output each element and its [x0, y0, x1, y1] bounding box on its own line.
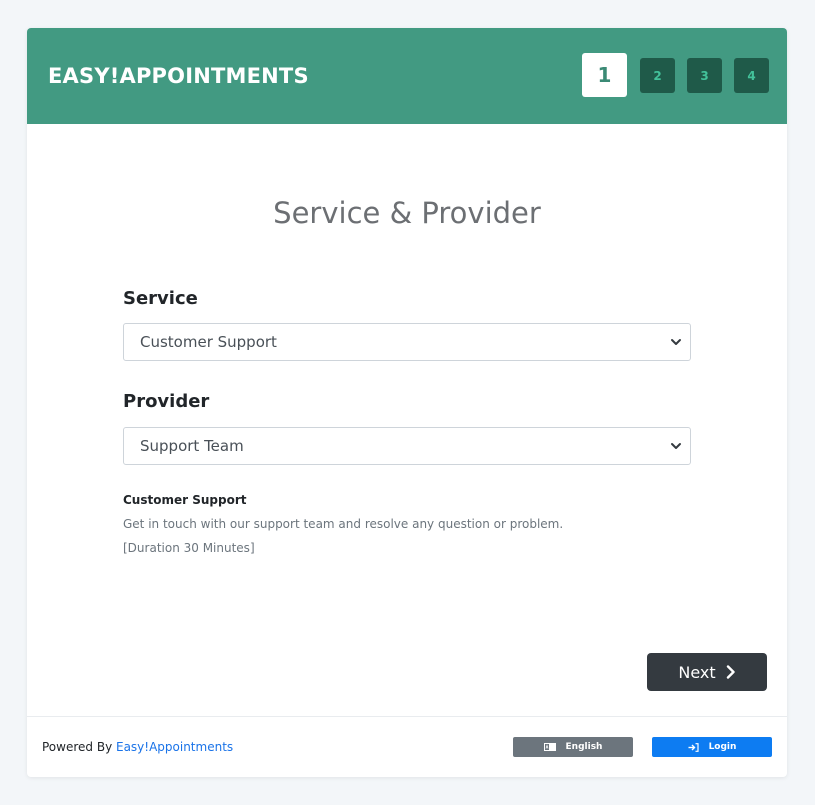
chevron-down-icon	[671, 443, 681, 449]
brand-title: EASY!APPOINTMENTS	[48, 64, 309, 88]
service-select-value: Customer Support	[140, 333, 277, 351]
page-title: Service & Provider	[273, 196, 541, 230]
sign-in-icon	[688, 742, 699, 752]
service-select[interactable]: Customer Support	[123, 323, 691, 361]
service-description-title: Customer Support	[123, 493, 247, 507]
footer: Powered By Easy!Appointments English Log…	[27, 716, 787, 777]
provider-label: Provider	[123, 391, 210, 412]
service-duration: [Duration 30 Minutes]	[123, 541, 255, 555]
language-button[interactable]: English	[513, 737, 633, 757]
step-3-indicator: 3	[687, 58, 722, 93]
chevron-down-icon	[671, 339, 681, 345]
service-description-text: Get in touch with our support team and r…	[123, 517, 564, 531]
powered-by-label: Powered By	[42, 740, 116, 754]
login-button[interactable]: Login	[652, 737, 772, 757]
language-icon	[543, 743, 556, 751]
powered-by: Powered By Easy!Appointments	[42, 740, 233, 754]
login-button-label: Login	[708, 742, 737, 752]
next-button-label: Next	[678, 662, 716, 682]
easyappointments-link[interactable]: Easy!Appointments	[116, 740, 233, 754]
chevron-right-icon	[726, 665, 735, 679]
step-4-indicator: 4	[734, 58, 769, 93]
language-button-label: English	[565, 742, 603, 752]
header: EASY!APPOINTMENTS 1 2 3 4	[27, 28, 787, 124]
step-1-indicator: 1	[582, 53, 627, 97]
next-button[interactable]: Next	[647, 653, 767, 691]
provider-select-value: Support Team	[140, 437, 244, 455]
provider-select[interactable]: Support Team	[123, 427, 691, 465]
service-label: Service	[123, 288, 198, 309]
step-2-indicator: 2	[640, 58, 675, 93]
booking-card: EASY!APPOINTMENTS 1 2 3 4 Service & Prov…	[27, 28, 787, 777]
